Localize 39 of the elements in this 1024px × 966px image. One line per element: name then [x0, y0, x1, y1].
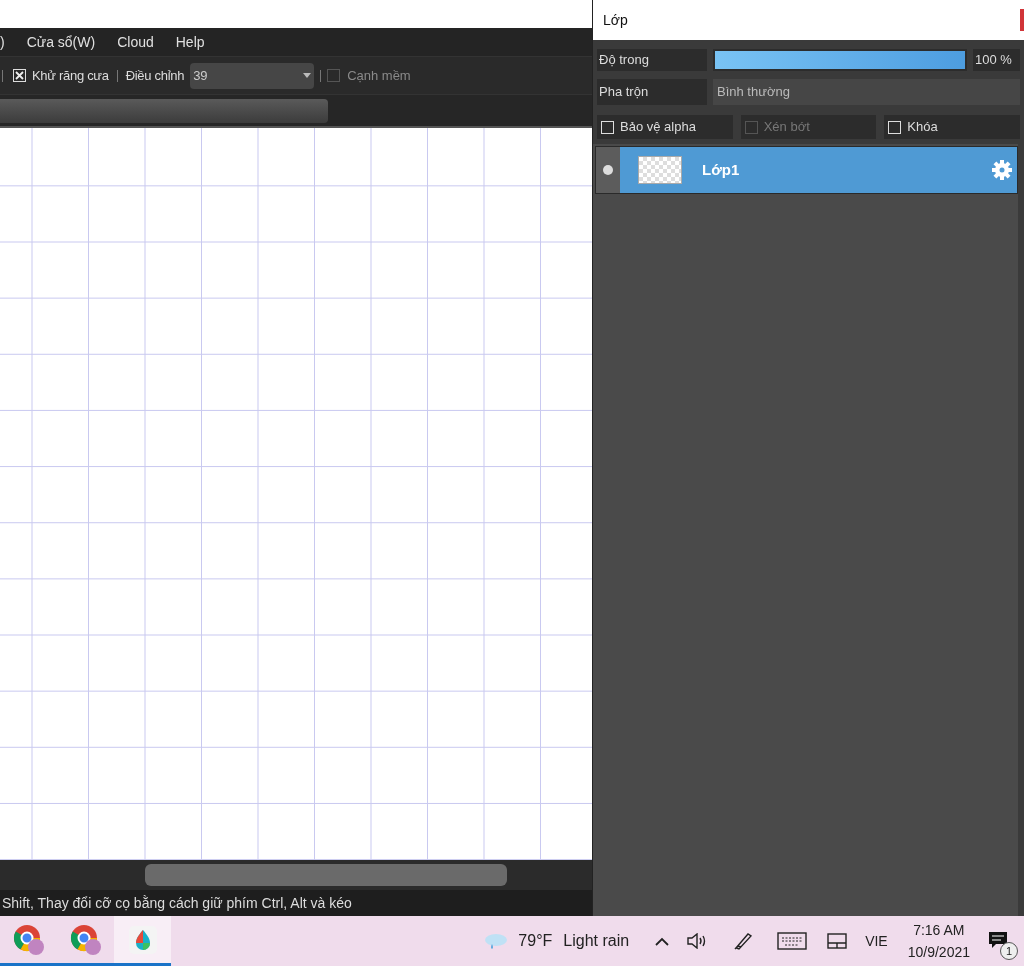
soft-edge-label: Cạnh mềm	[347, 66, 411, 85]
opacity-value: 100 %	[973, 49, 1020, 71]
option-label: Khóa	[907, 118, 938, 137]
keyboard-icon[interactable]	[777, 932, 808, 950]
language-indicator[interactable]: VIE	[865, 930, 888, 952]
checkbox[interactable]	[327, 69, 341, 82]
weather-text[interactable]: Light rain	[563, 929, 630, 953]
touchpad-icon[interactable]	[827, 933, 848, 949]
antialias-label: Khử răng cưa	[32, 66, 109, 85]
option-label: Bảo vệ alpha	[620, 118, 696, 137]
opacity-slider[interactable]	[713, 49, 967, 71]
notification-count[interactable]: 1	[1000, 942, 1018, 960]
status-text: Shift, Thay đổi cỡ cọ bằng cách giữ phím Ctrl, Alt và kéo	[2, 893, 352, 913]
menu-item[interactable]: Cửa sổ(W)	[26, 31, 96, 53]
layer-name: Lớp1	[702, 159, 740, 180]
menu-item[interactable]: Help	[175, 31, 205, 53]
option-label: Xén bớt	[763, 118, 810, 137]
paint-app-icon[interactable]	[127, 924, 158, 955]
browser-icon[interactable]	[11, 922, 46, 957]
notification-icon[interactable]	[988, 931, 1008, 949]
taskbar-app[interactable]	[114, 916, 171, 966]
clock-date[interactable]: 10/9/2021	[907, 941, 970, 963]
adjust-dropdown[interactable]: 39	[190, 62, 315, 89]
blend-label: Pha trộn	[597, 79, 707, 105]
menu-item[interactable]: Cloud	[117, 31, 154, 53]
adjust-label: Điều chỉnh	[125, 66, 185, 85]
layer-thumbnail	[638, 156, 682, 184]
menu-item[interactable]: )	[0, 31, 5, 53]
horizontal-scrollbar-thumb[interactable]	[145, 864, 507, 886]
chevron-up-icon[interactable]	[655, 936, 670, 946]
temperature[interactable]: 79°F	[518, 929, 553, 953]
pen-icon[interactable]	[733, 931, 754, 951]
blend-dropdown[interactable]: Bình thường	[713, 79, 1020, 105]
clock-time[interactable]: 7:16 AM	[913, 919, 965, 941]
opacity-label: Độ trong	[597, 49, 707, 71]
browser-icon[interactable]	[68, 922, 103, 957]
caret-icon	[303, 73, 312, 78]
panel-title: Lớp	[603, 10, 628, 30]
speaker-icon[interactable]	[687, 933, 708, 949]
